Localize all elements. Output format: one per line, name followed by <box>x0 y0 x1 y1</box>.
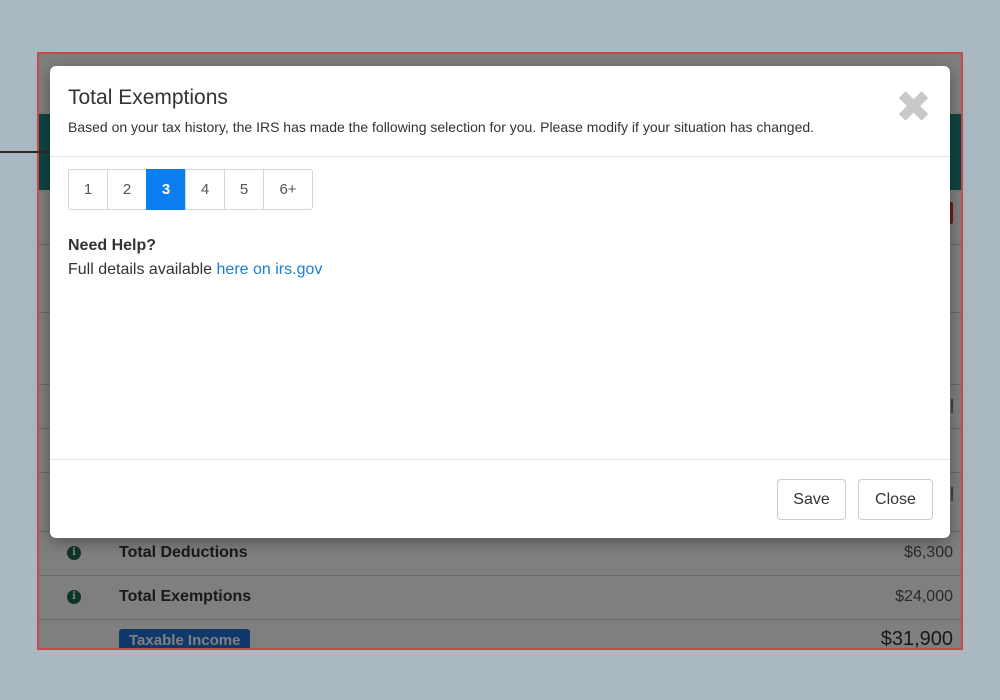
exemption-option-1[interactable]: 1 <box>68 169 108 210</box>
modal-header: Total Exemptions Based on your tax histo… <box>50 66 950 157</box>
modal-subtitle: Based on your tax history, the IRS has m… <box>68 119 815 135</box>
exemption-option-5[interactable]: 5 <box>224 169 264 210</box>
help-heading: Need Help? <box>68 237 157 254</box>
exemptions-modal: Total Exemptions Based on your tax histo… <box>50 66 950 538</box>
modal-title: Total Exemptions <box>68 86 228 109</box>
irs-help-link[interactable]: here on irs.gov <box>217 261 323 278</box>
close-button[interactable]: Close <box>858 479 933 520</box>
help-text: Full details available here on irs.gov <box>68 261 932 279</box>
help-text-prefix: Full details available <box>68 261 217 278</box>
exemption-option-6-plus[interactable]: 6+ <box>263 169 313 210</box>
close-icon[interactable]: ✖ <box>895 86 932 130</box>
modal-body: 1 2 3 4 5 6+ Need Help? Full details ava… <box>50 157 950 459</box>
exemption-option-3[interactable]: 3 <box>146 169 186 210</box>
exemption-option-2[interactable]: 2 <box>107 169 147 210</box>
modal-footer: Save Close <box>50 459 950 538</box>
save-button[interactable]: Save <box>777 479 846 520</box>
exemption-option-4[interactable]: 4 <box>185 169 225 210</box>
exemption-count-selector: 1 2 3 4 5 6+ <box>68 169 932 210</box>
